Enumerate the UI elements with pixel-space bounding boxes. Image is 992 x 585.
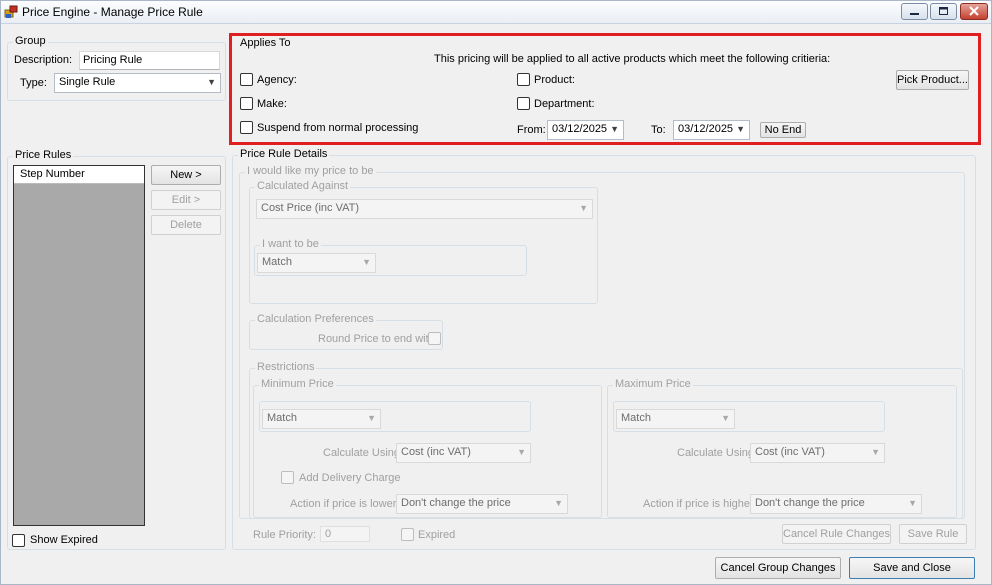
maximize-button[interactable] [930,3,957,20]
agency-checkbox[interactable] [240,73,253,86]
from-date-value: 03/12/2025 [552,123,608,135]
rule-priority-field[interactable]: 0 [320,526,370,542]
save-rule-button[interactable]: Save Rule [899,524,967,544]
window-title: Price Engine - Manage Price Rule [22,5,203,19]
chevron-down-icon: ▼ [517,447,526,457]
description-label: Description: [14,54,73,66]
minimize-button[interactable] [901,3,928,20]
minimum-calc-using-label: Calculate Using: [323,447,404,459]
calculated-against-value: Cost Price (inc VAT) [261,202,359,214]
no-end-button[interactable]: No End [760,122,806,138]
chevron-down-icon: ▼ [736,124,745,134]
make-label: Make: [257,98,287,110]
maximize-icon [939,7,948,15]
chevron-down-icon: ▼ [610,124,619,134]
maximum-calc-using-value: Cost (inc VAT) [755,446,825,458]
close-icon [969,6,979,16]
maximum-action-select[interactable]: Don't change the price ▼ [750,494,922,514]
show-expired-checkbox[interactable] [12,534,25,547]
save-and-close-button[interactable]: Save and Close [849,557,975,579]
chevron-down-icon: ▼ [871,447,880,457]
type-select[interactable]: Single Rule ▼ [54,73,221,93]
department-label: Department: [534,98,595,110]
to-label: To: [651,124,666,136]
suspend-label: Suspend from normal processing [257,122,419,134]
maximum-price-title: Maximum Price [613,378,693,390]
maximum-calc-using-label: Calculate Using: [677,447,758,459]
applies-to-info: This pricing will be applied to all acti… [434,53,831,65]
minimum-calc-using-select[interactable]: Cost (inc VAT) ▼ [396,443,531,463]
department-checkbox[interactable] [517,97,530,110]
round-price-label: Round Price to end with [318,333,435,345]
make-checkbox[interactable] [240,97,253,110]
i-would-like-title: I would like my price to be [245,165,376,177]
applies-to-title: Applies To [240,37,291,49]
maximum-action-label: Action if price is higher: [643,498,757,510]
minimum-price-title: Minimum Price [259,378,336,390]
chevron-down-icon: ▼ [362,257,371,267]
expired-checkbox[interactable] [401,528,414,541]
edit-rule-button[interactable]: Edit > [151,190,221,210]
add-delivery-charge-checkbox[interactable] [281,471,294,484]
description-field[interactable]: Pricing Rule [79,51,220,70]
chevron-down-icon: ▼ [908,498,917,508]
round-price-checkbox[interactable] [428,332,441,345]
suspend-checkbox[interactable] [240,121,253,134]
price-rules-title: Price Rules [13,149,74,161]
minimum-action-value: Don't change the price [401,497,511,509]
restrictions-title: Restrictions [255,361,317,373]
price-rule-details-title: Price Rule Details [238,148,330,160]
maximum-calc-using-select[interactable]: Cost (inc VAT) ▼ [750,443,885,463]
calculated-against-title: Calculated Against [255,180,351,192]
maximum-action-value: Don't change the price [755,497,865,509]
maximum-match-select[interactable]: Match ▼ [616,409,735,429]
chevron-down-icon: ▼ [554,498,563,508]
type-select-value: Single Rule [59,76,116,88]
add-delivery-charge-label: Add Delivery Charge [299,472,401,484]
pick-product-button[interactable]: Pick Product... [896,70,969,90]
rule-priority-label: Rule Priority: [253,529,316,541]
from-date-picker[interactable]: 03/12/2025 ▼ [547,120,624,140]
minimum-match-value: Match [267,412,297,424]
maximum-match-value: Match [621,412,651,424]
to-date-value: 03/12/2025 [678,123,734,135]
new-rule-button[interactable]: New > [151,165,221,185]
minimum-match-select[interactable]: Match ▼ [262,409,381,429]
cancel-group-changes-button[interactable]: Cancel Group Changes [715,557,841,579]
chevron-down-icon: ▼ [207,77,216,87]
minimum-calc-using-value: Cost (inc VAT) [401,446,471,458]
to-date-picker[interactable]: 03/12/2025 ▼ [673,120,750,140]
product-checkbox[interactable] [517,73,530,86]
i-want-to-be-select[interactable]: Match ▼ [257,253,376,273]
chevron-down-icon: ▼ [721,413,730,423]
chevron-down-icon: ▼ [367,413,376,423]
agency-label: Agency: [257,74,297,86]
step-number-column-header[interactable]: Step Number [14,166,144,184]
calculation-preferences-title: Calculation Preferences [255,313,376,325]
price-rules-list[interactable]: Step Number [13,165,145,526]
close-window-button[interactable] [960,3,988,20]
from-label: From: [517,124,546,136]
i-want-to-be-title: I want to be [260,238,321,250]
i-want-to-be-value: Match [262,256,292,268]
expired-label: Expired [418,529,456,541]
group-title: Group [13,35,48,47]
rule-priority-value: 0 [325,528,332,540]
manage-price-rule-window: Price Engine - Manage Price Rule Group D… [0,0,992,585]
product-label: Product: [534,74,575,86]
delete-rule-button[interactable]: Delete [151,215,221,235]
minimum-action-label: Action if price is lower: [290,498,400,510]
title-bar: Price Engine - Manage Price Rule [1,1,991,24]
app-icon [4,5,18,18]
chevron-down-icon: ▼ [579,203,588,213]
type-label: Type: [20,77,47,89]
minimum-action-select[interactable]: Don't change the price ▼ [396,494,568,514]
cancel-rule-changes-button[interactable]: Cancel Rule Changes [782,524,891,544]
show-expired-label: Show Expired [30,534,98,546]
calculated-against-select[interactable]: Cost Price (inc VAT) ▼ [256,199,593,219]
minimize-icon [910,13,919,15]
